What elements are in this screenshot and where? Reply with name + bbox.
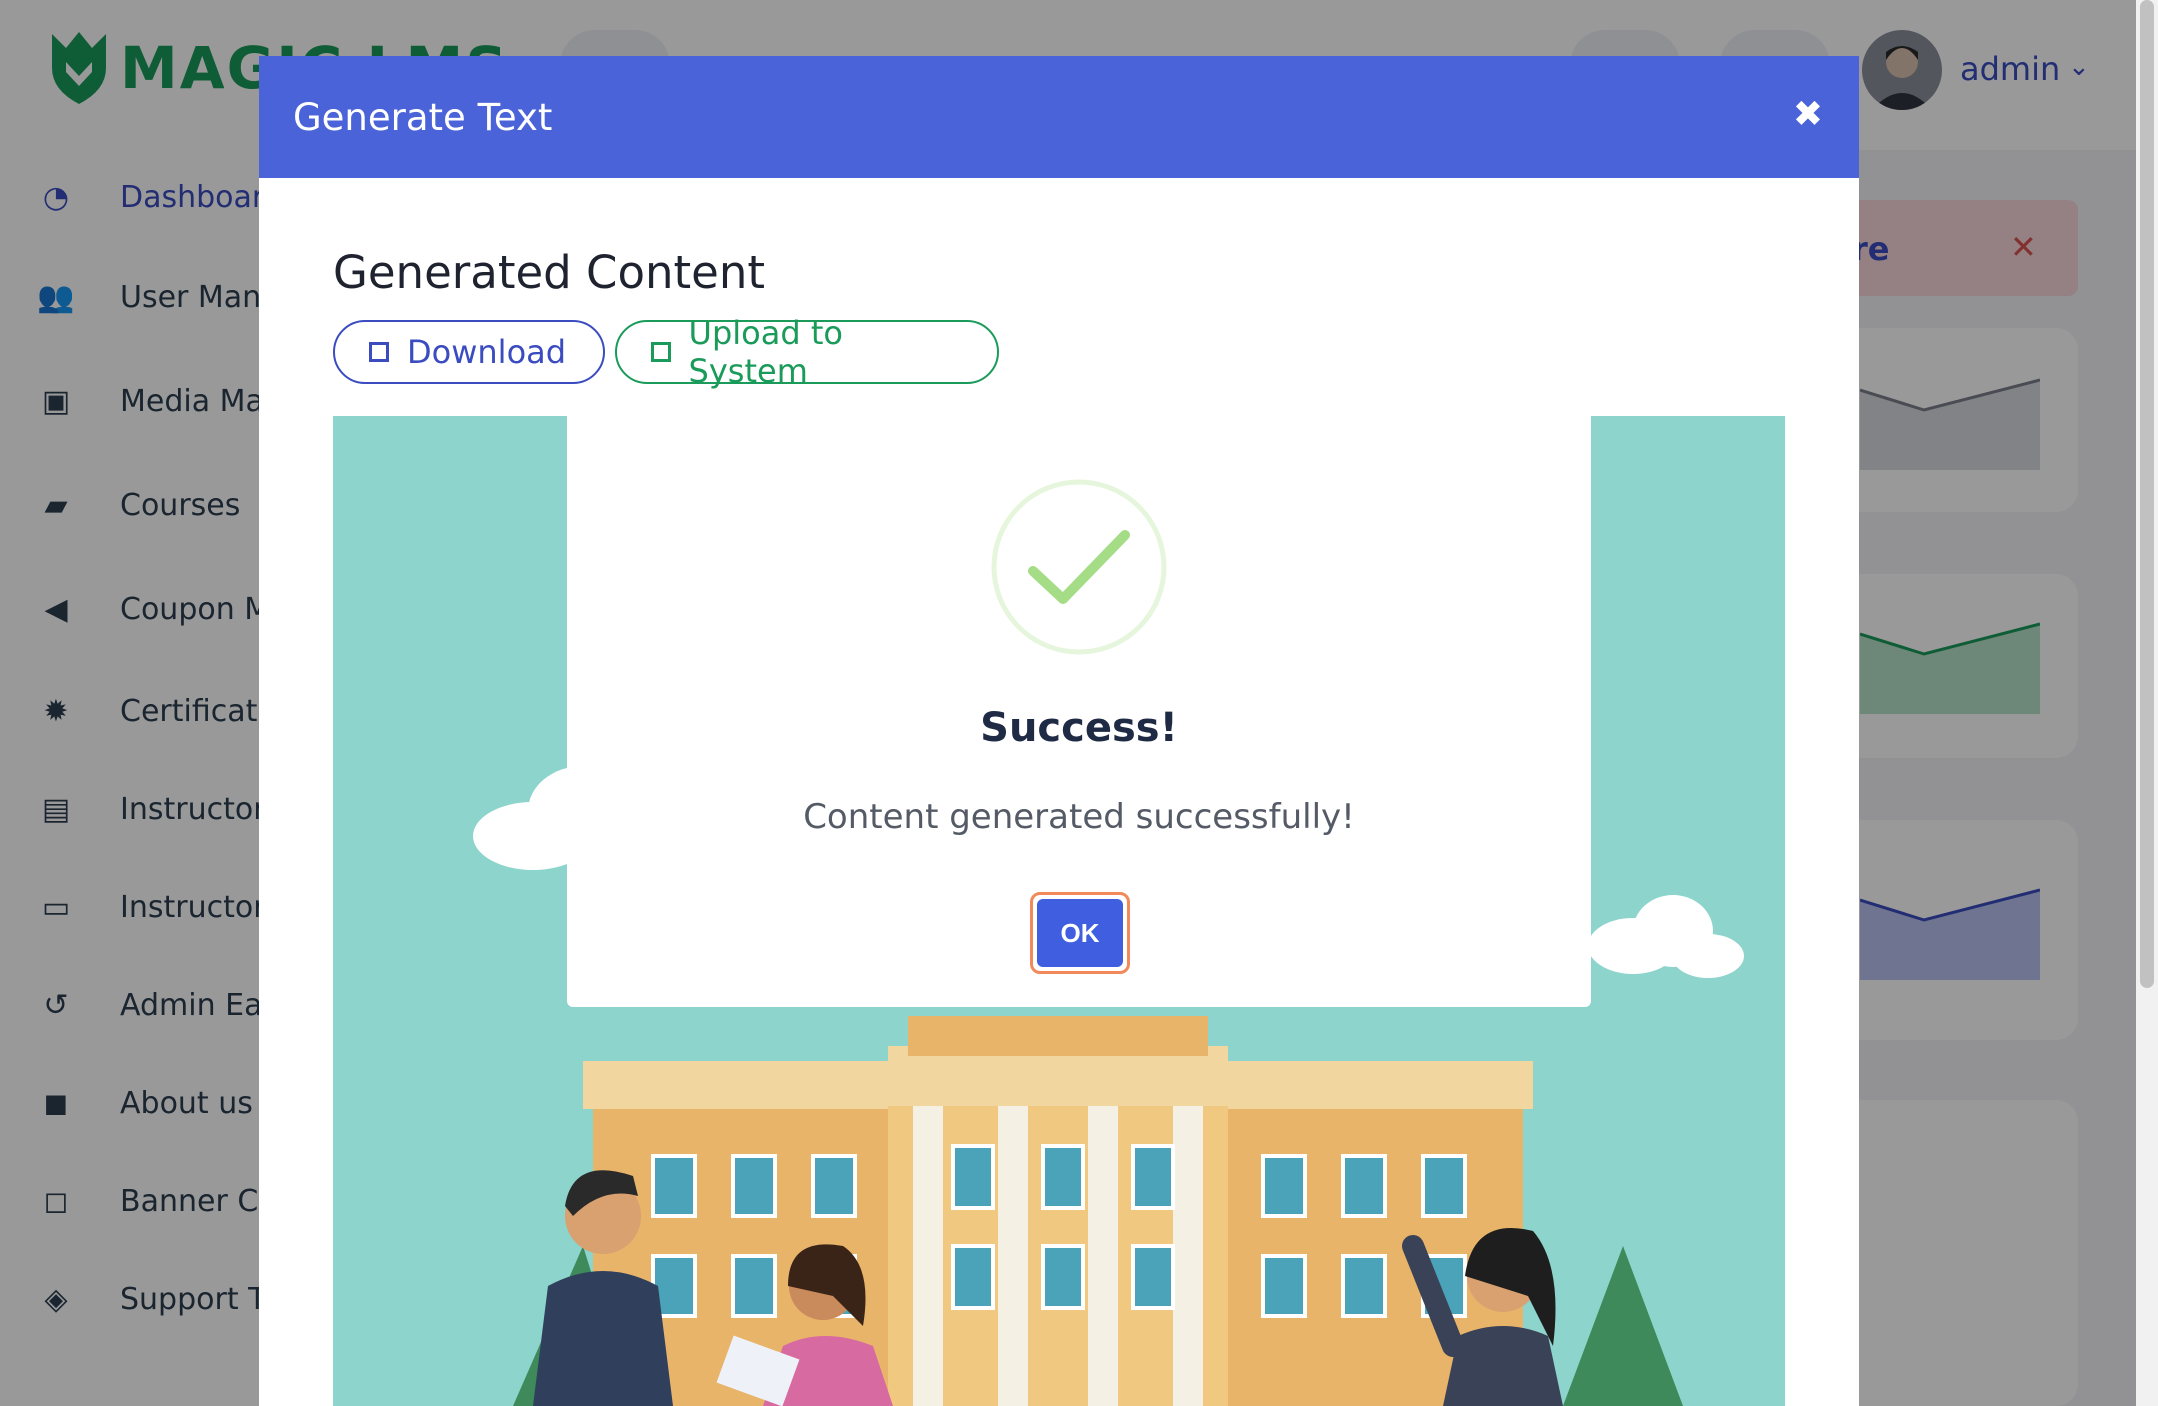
close-icon[interactable]: ✖ [1793, 94, 1823, 135]
upload-icon [651, 342, 671, 362]
success-dialog: Success! Content generated successfully!… [567, 399, 1591, 1007]
upload-label: Upload to System [688, 314, 843, 390]
modal-title: Generate Text [293, 96, 553, 139]
upload-to-system-button[interactable]: Upload to System [615, 314, 999, 390]
scrollbar-thumb[interactable] [2140, 0, 2154, 988]
download-button[interactable]: Download [333, 320, 605, 384]
download-icon [369, 342, 389, 362]
ok-button[interactable]: OK [1037, 899, 1123, 967]
download-label: Download [407, 333, 567, 371]
generated-content-heading: Generated Content [333, 246, 766, 299]
modal-header: Generate Text ✖ [259, 56, 1859, 178]
success-message: Content generated successfully! [803, 797, 1355, 837]
success-check-icon [991, 479, 1167, 655]
success-title: Success! [980, 705, 1178, 751]
